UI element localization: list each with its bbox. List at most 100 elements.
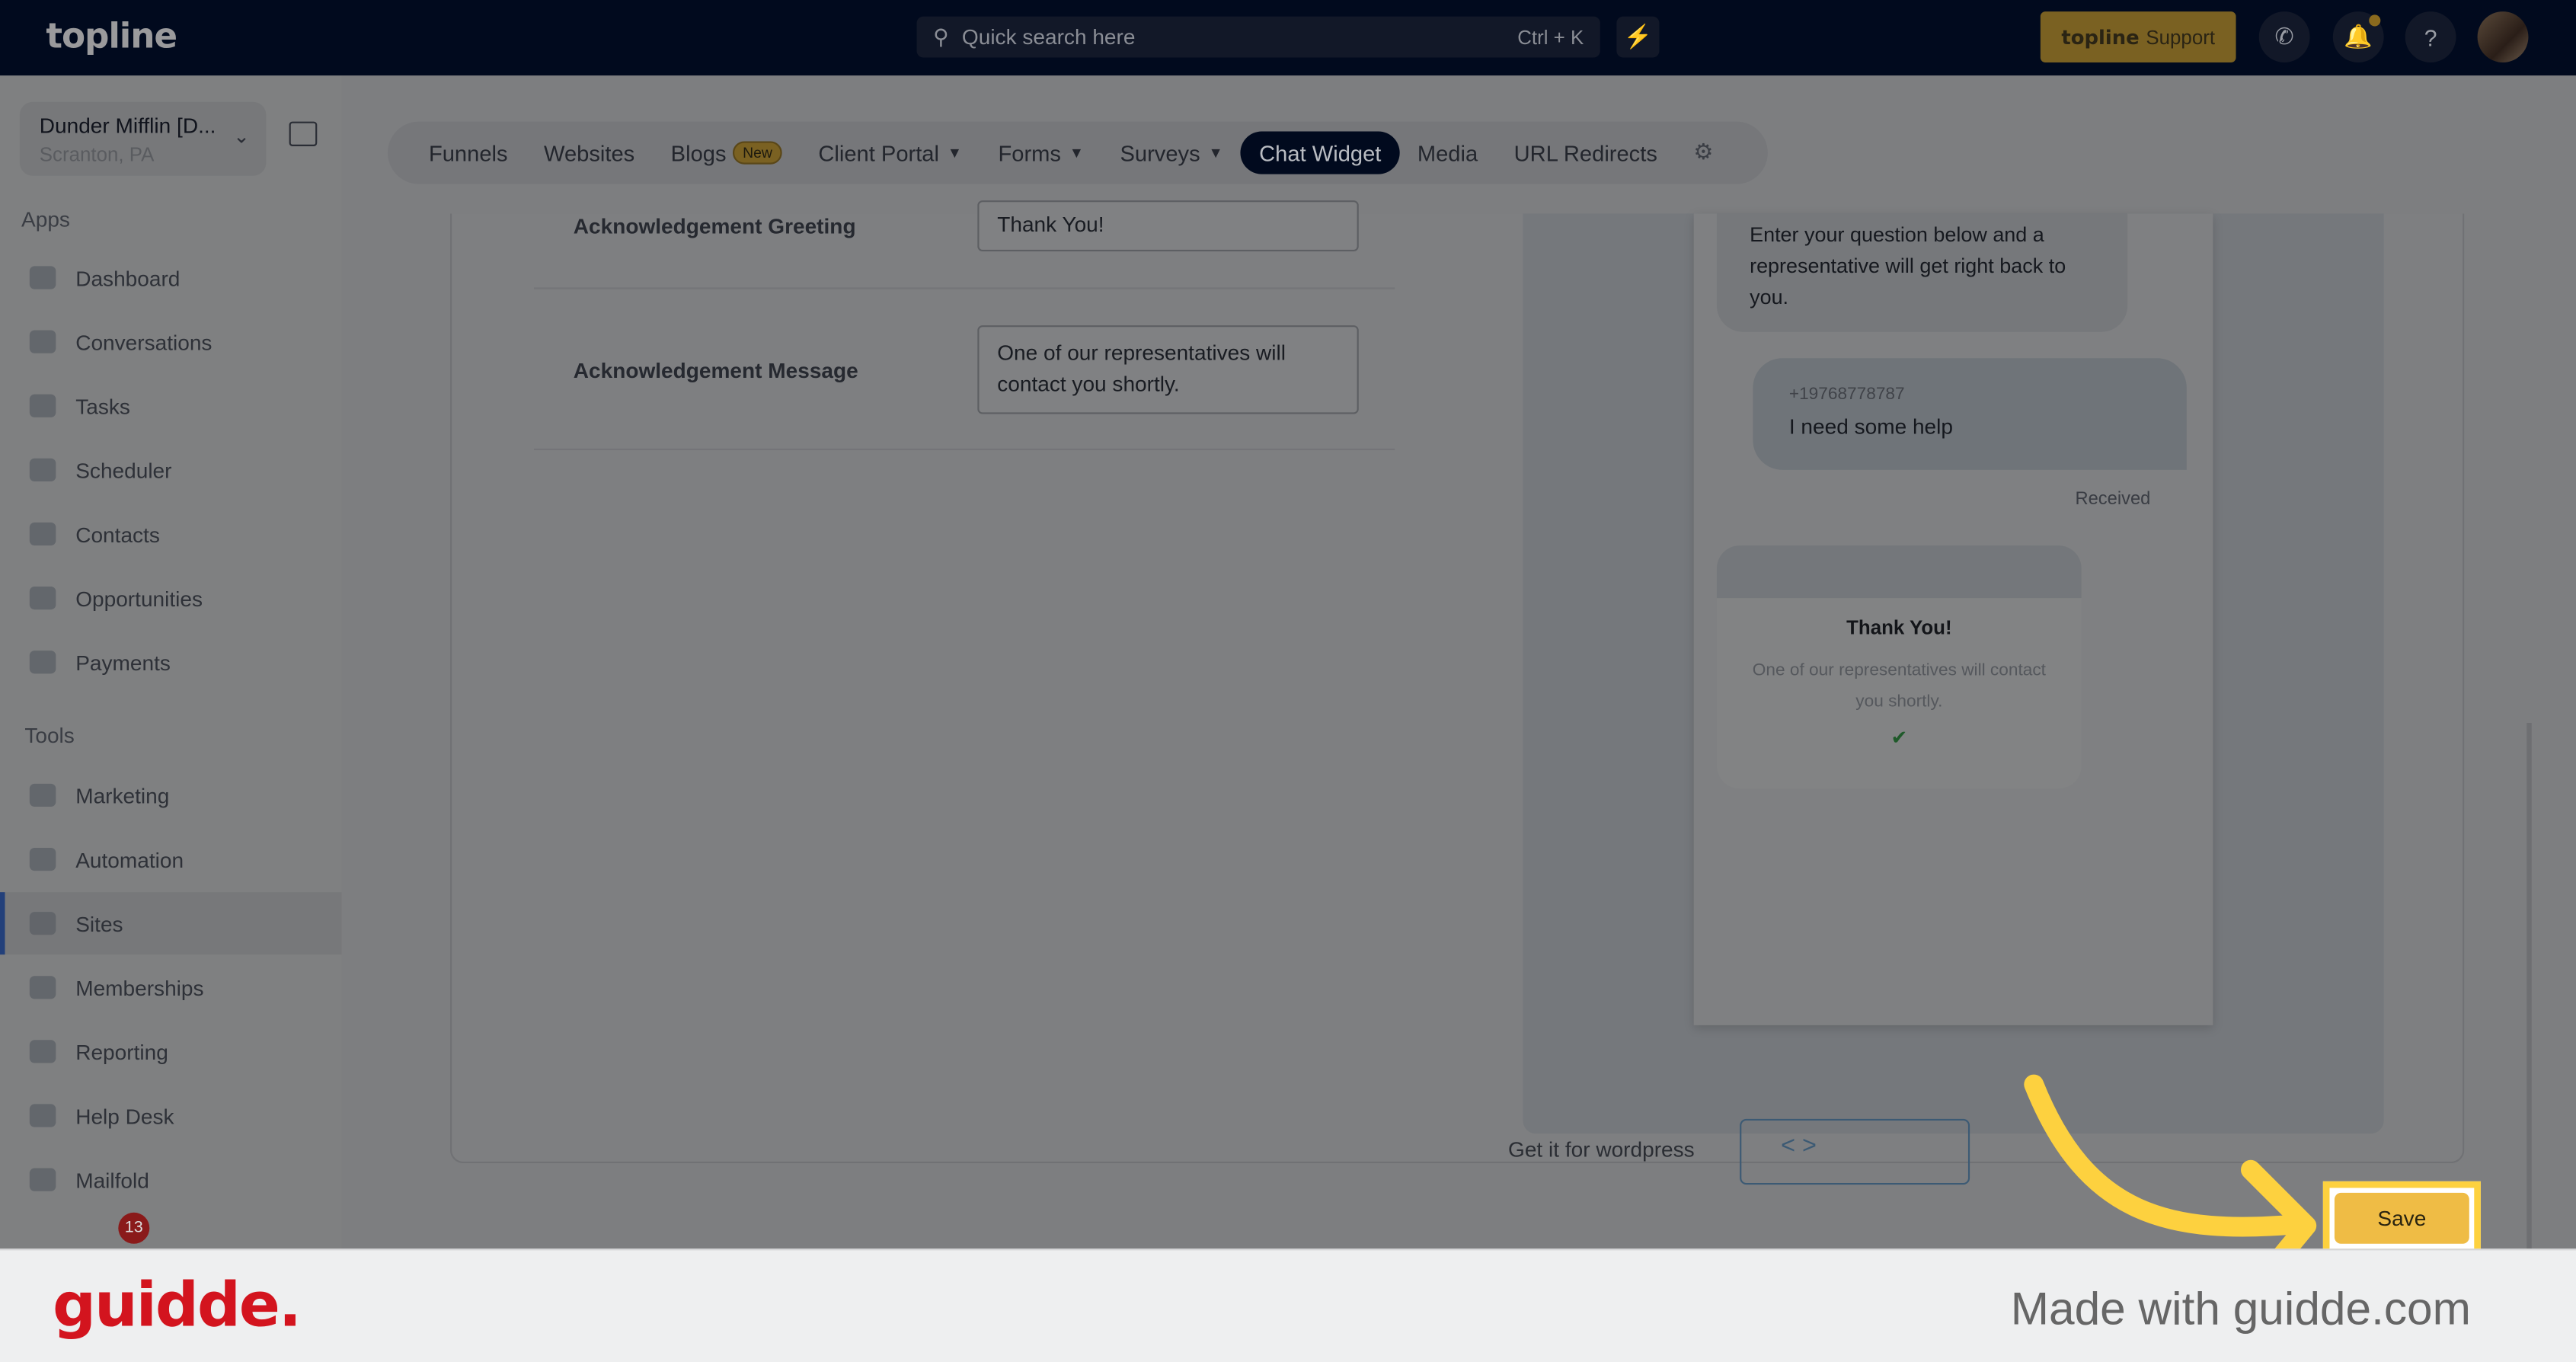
sidebar-item-reporting[interactable]: Reporting [0,1020,342,1082]
guidde-footer: guidde. Made with guidde.com [0,1248,2576,1362]
tab-url-redirects[interactable]: URL Redirects [1496,132,1676,174]
search-placeholder: Quick search here [961,24,1136,50]
message-status: Received [2075,489,2151,510]
new-badge: New [733,141,782,165]
opportunities-icon [29,587,56,610]
tab-label: Chat Widget [1259,140,1382,165]
greeting-label: Acknowledgement Greeting [573,213,856,238]
message-input[interactable]: One of our representatives will contact … [977,325,1359,414]
account-switcher[interactable]: Dunder Mifflin [D... Scranton, PA ⌄ [19,101,267,176]
tab-label: Surveys [1120,140,1200,165]
sidebar-item-label: Conversations [75,329,213,354]
sidebar-item-payments[interactable]: Payments [0,631,342,693]
chat-preview-window: Enter your question below and a represen… [1693,213,2213,1025]
chevron-down-icon: ▼ [947,144,963,161]
gear-icon[interactable]: ⚙ [1676,132,1732,174]
sidebar-item-label: Sites [75,910,123,936]
greeting-input[interactable]: Thank You! [977,200,1359,252]
save-highlight: Save [2322,1181,2481,1255]
tab-label: URL Redirects [1513,140,1657,165]
tab-label: Websites [543,140,635,165]
dashboard-icon [29,266,56,289]
code-icon: < > [1781,1132,1817,1160]
sidebar-item-mailfold[interactable]: Mailfold [0,1149,342,1211]
sidebar-item-label: Tasks [75,393,130,418]
payments-icon [29,651,56,674]
made-with-guidde: Made with guidde.com [2010,1283,2471,1335]
message-row: Acknowledgement Message One of our repre… [533,289,1395,450]
tab-chat-widget[interactable]: Chat Widget [1241,131,1400,174]
collapse-sidebar-icon[interactable] [289,121,318,146]
tab-funnels[interactable]: Funnels [411,132,526,174]
conversations-icon [29,330,56,353]
help-icon[interactable]: ? [2405,11,2456,62]
sidebar-item-memberships[interactable]: Memberships [0,956,342,1018]
message-label: Acknowledgement Message [573,358,858,383]
help-desk-icon [29,1104,56,1127]
chat-widget-panel: Acknowledgement Greeting Thank You! Ackn… [449,200,2465,1164]
tab-media[interactable]: Media [1399,132,1496,174]
account-location: Scranton, PA [39,142,155,166]
user-phone: +19768778787 [1788,384,1905,404]
tab-surveys[interactable]: Surveys ▼ [1102,132,1242,174]
topline-logo[interactable]: topline [46,17,177,56]
ack-message: One of our representatives will contact … [1752,660,2046,711]
sidebar-item-label: Opportunities [75,585,203,611]
sidebar-item-label: Payments [75,650,171,675]
sidebar-item-opportunities[interactable]: Opportunities [0,567,342,629]
embed-code-button[interactable]: < > [1740,1118,1970,1185]
sidebar-item-automation[interactable]: Automation [0,828,342,890]
tab-blogs[interactable]: Blogs New [653,132,801,174]
reporting-icon [29,1040,56,1063]
sidebar-item-contacts[interactable]: Contacts [0,503,342,565]
sidebar-item-label: Automation [75,846,184,872]
widget-preview: Enter your question below and a represen… [1523,213,2384,1134]
sidebar-item-help-desk[interactable]: Help Desk [0,1085,342,1147]
sidebar-item-scheduler[interactable]: Scheduler [0,439,342,501]
tab-forms[interactable]: Forms ▼ [980,132,1102,174]
guidde-logo: guidde. [53,1270,302,1341]
account-name: Dunder Mifflin [D... [39,113,216,139]
tab-client-portal[interactable]: Client Portal ▼ [801,132,980,174]
acknowledgement-card: Thank You! One of our representatives wil… [1716,545,2082,789]
sidebar-item-label: Memberships [75,975,204,1000]
support-label: Support [2146,25,2216,49]
bell-icon[interactable]: 🔔 [2332,11,2384,62]
sidebar-item-conversations[interactable]: Conversations [0,311,342,373]
sidebar-item-sites[interactable]: Sites [0,892,342,955]
notification-count-badge[interactable]: 13 [118,1212,150,1244]
sidebar-item-marketing[interactable]: Marketing [0,764,342,826]
phone-icon[interactable]: ✆ [2258,11,2310,62]
lightning-icon[interactable]: ⚡ [1616,16,1660,58]
sidebar-item-label: Contacts [75,521,160,547]
sidebar-item-label: Scheduler [75,457,172,483]
chevron-down-icon: ⌄ [233,124,250,149]
scrollbar[interactable] [2526,723,2532,1249]
save-button[interactable]: Save [2334,1192,2469,1244]
sidebar-item-label: Help Desk [75,1103,174,1128]
sidebar-item-dashboard[interactable]: Dashboard [0,247,342,309]
sidebar-item-label: Mailfold [75,1167,149,1192]
greeting-row: Acknowledgement Greeting Thank You! [533,200,1395,289]
avatar[interactable] [2477,11,2529,62]
tab-websites[interactable]: Websites [526,132,653,174]
tab-label: Client Portal [818,140,939,165]
sidebar-item-tasks[interactable]: Tasks [0,375,342,437]
quick-search[interactable]: ⚲ Quick search here Ctrl + K [916,16,1600,58]
top-bar: topline ⚲ Quick search here Ctrl + K ⚡ top… [0,0,2576,76]
sidebar-item-label: Reporting [75,1039,168,1064]
support-button[interactable]: topline Support [2040,11,2236,62]
mailfold-icon [29,1168,56,1191]
tab-label: Blogs [670,140,727,165]
sites-icon [29,912,56,935]
automation-icon [29,847,56,871]
scheduler-icon [29,458,56,481]
wordpress-link[interactable]: Get it for wordpress [1508,1137,1695,1162]
sidebar-item-label: Dashboard [75,265,181,290]
support-brand: topline [2061,25,2140,49]
search-icon: ⚲ [933,24,949,49]
marketing-icon [29,783,56,807]
tab-label: Funnels [428,140,508,165]
tab-label: Media [1417,140,1478,165]
sidebar: Dunder Mifflin [D... Scranton, PA ⌄ Apps D… [0,75,342,1249]
